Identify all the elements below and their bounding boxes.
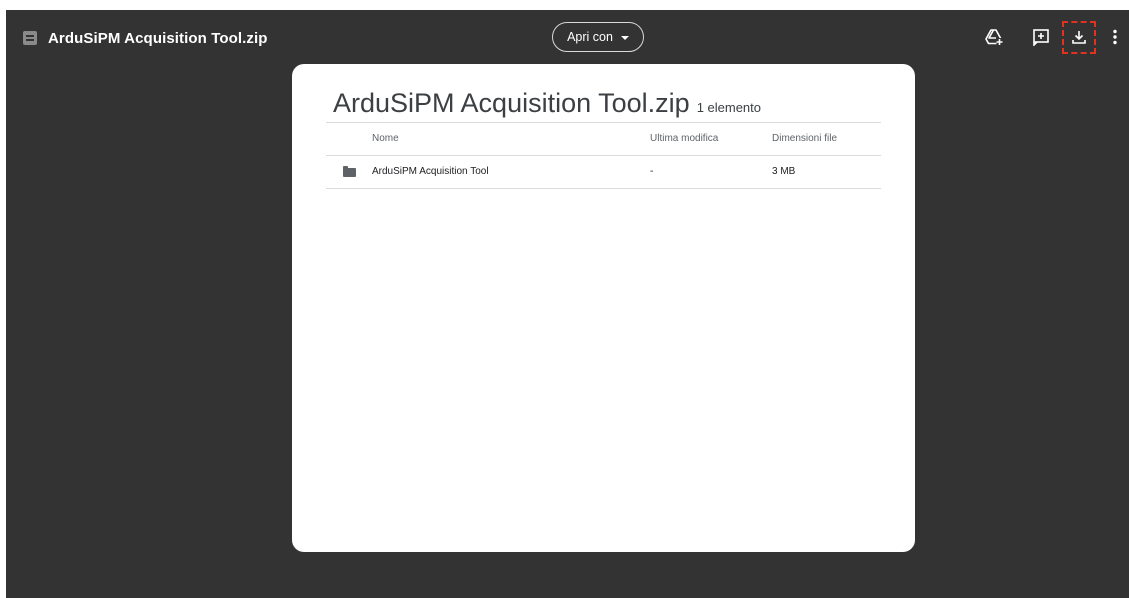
archive-title: ArduSiPM Acquisition Tool.zip xyxy=(333,88,690,118)
document-icon xyxy=(23,31,37,45)
archive-contents-card: ArduSiPM Acquisition Tool.zip 1 elemento… xyxy=(292,64,915,552)
folder-icon xyxy=(343,166,356,177)
add-to-drive-button[interactable] xyxy=(982,25,1006,49)
table-row[interactable]: ArduSiPM Acquisition Tool - 3 MB xyxy=(326,156,881,189)
column-header-modified: Ultima modifica xyxy=(650,133,719,144)
more-vert-icon xyxy=(1113,29,1117,45)
preview-toolbar: ArduSiPM Acquisition Tool.zip Apri con xyxy=(6,10,1129,66)
open-with-button[interactable]: Apri con xyxy=(552,22,644,52)
open-with-label: Apri con xyxy=(567,30,613,44)
column-header-name: Nome xyxy=(372,133,399,144)
add-to-drive-icon xyxy=(985,29,1003,46)
file-title-group: ArduSiPM Acquisition Tool.zip xyxy=(20,27,268,49)
column-header-size: Dimensioni file xyxy=(772,133,838,144)
download-highlight-box xyxy=(1062,21,1096,54)
row-modified: - xyxy=(650,166,654,177)
add-comment-button[interactable] xyxy=(1029,25,1053,49)
file-preview-viewer: ArduSiPM Acquisition Tool.zip Apri con A… xyxy=(6,10,1129,598)
table-header-row: Nome Ultima modifica Dimensioni file xyxy=(326,122,881,156)
file-title: ArduSiPM Acquisition Tool.zip xyxy=(48,29,268,47)
item-count: 1 elemento xyxy=(696,100,762,115)
more-options-button[interactable] xyxy=(1107,25,1123,49)
archive-file-table: Nome Ultima modifica Dimensioni file Ard… xyxy=(326,122,881,189)
add-comment-icon xyxy=(1033,29,1049,46)
row-name: ArduSiPM Acquisition Tool xyxy=(372,166,489,177)
dropdown-arrow-icon xyxy=(620,35,629,40)
row-size: 3 MB xyxy=(772,166,796,177)
archive-header: ArduSiPM Acquisition Tool.zip 1 elemento xyxy=(333,88,761,119)
